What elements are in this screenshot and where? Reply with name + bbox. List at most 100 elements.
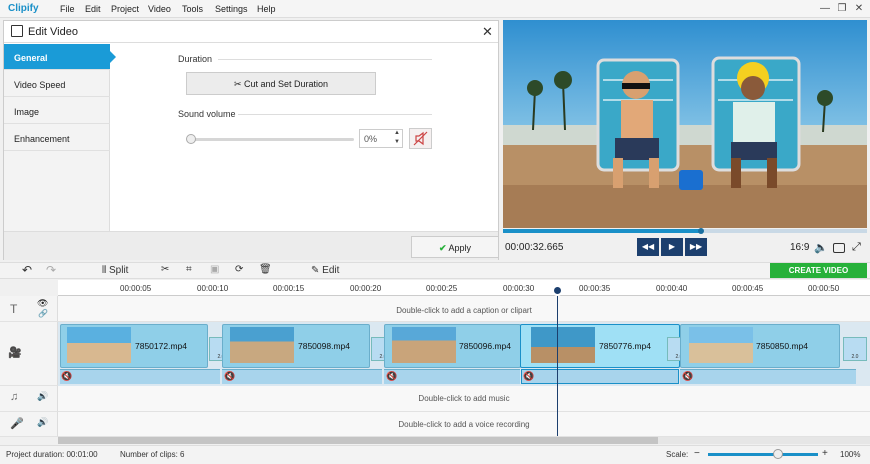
cut-icon[interactable]: ✂ [161,264,169,275]
sound-volume-label: Sound volume [178,109,236,119]
clip-thumbnail [67,327,131,363]
menu-video[interactable]: Video [148,4,171,14]
scale-value: 100% [840,450,861,459]
clip-name: 7850096.mp4 [459,341,511,351]
app-logo: Clipify [8,3,39,14]
ruler-label: 00:00:50 [808,284,840,293]
divider [218,59,432,60]
apply-label: Apply [448,243,472,253]
caption-track-header: T 👁 🔗 [0,296,58,322]
clip-name: 7850172.mp4 [135,341,187,351]
video-camera-icon: 🎥 [8,347,22,359]
menu-edit[interactable]: Edit [85,4,101,14]
muted-audio-icon: 🔇 [386,371,398,381]
playhead-line [557,288,558,436]
project-duration: Project duration: 00:01:00 [6,450,98,459]
menu-file[interactable]: File [60,4,75,14]
camera-icon[interactable] [833,243,845,253]
muted-audio-icon: 🔇 [224,371,236,381]
clip-audio[interactable] [521,369,679,384]
delete-icon[interactable]: 🗑 [259,264,272,275]
edit-label: Edit [322,265,340,276]
close-window-button[interactable]: ✕ [852,2,866,16]
menu-help[interactable]: Help [257,4,276,14]
check-icon: ✔ [438,243,447,253]
crop-icon[interactable]: ⌗ [186,264,192,275]
ruler-label: 00:00:05 [120,284,152,293]
playhead-handle[interactable] [552,285,563,296]
edit-panel-title: Edit Video [28,26,78,38]
play-button[interactable]: ▶ [661,238,683,256]
zoom-out-button[interactable]: − [694,448,700,459]
clip-thumbnail [689,327,753,363]
caption-track[interactable]: Double-click to add a caption or clipart [58,296,870,322]
restore-button[interactable]: ❐ [835,2,849,16]
create-video-button[interactable]: CREATE VIDEO [770,263,867,278]
timeline-scrollbar-thumb[interactable] [58,437,658,444]
fullscreen-icon[interactable]: ⤢ [852,241,861,254]
speaker-icon[interactable]: 🔊 [37,391,48,402]
video-preview[interactable] [503,20,867,228]
volume-slider-handle[interactable] [186,134,196,144]
timeline-toolbar [0,262,870,279]
voice-track[interactable]: Double-click to add a voice recording [58,412,870,437]
split-icon: ⫴ [102,265,107,276]
ruler-label: 00:00:30 [503,284,535,293]
tab-general[interactable]: General [4,44,116,70]
ruler-label: 00:00:35 [579,284,611,293]
edit-button[interactable]: ✎ Edit [311,265,339,276]
scale-slider[interactable] [708,453,818,456]
music-note-icon: ♫ [10,391,19,403]
scale-label: Scale: [666,450,689,459]
cut-set-duration-label: Cut and Set Duration [244,79,329,89]
clip-count: Number of clips: 6 [120,450,185,459]
clip-thumbnail [392,327,456,363]
ruler-label: 00:00:15 [273,284,305,293]
skip-forward-icon: ▶▶ [689,242,703,251]
apply-button[interactable]: ✔ Apply [411,236,499,258]
clip-name: 7850776.mp4 [599,341,651,351]
overlay-icon[interactable]: ▣ [210,264,219,275]
menu-settings[interactable]: Settings [215,4,248,14]
divider [238,114,432,115]
clip-thumbnail [531,327,595,363]
preview-seek-handle[interactable] [698,228,704,234]
clip-audio[interactable] [60,369,220,384]
menu-tools[interactable]: Tools [182,4,203,14]
link-icon[interactable]: 🔗 [38,309,48,318]
menu-project[interactable]: Project [111,4,139,14]
skip-back-icon: ◀◀ [641,242,655,251]
close-panel-button[interactable]: ✕ [482,24,493,40]
undo-icon[interactable]: ↶ [22,263,32,277]
eye-icon[interactable]: 👁 [37,298,48,309]
muted-speaker-icon [413,131,428,146]
tab-video-speed[interactable]: Video Speed [4,71,110,97]
speaker-icon[interactable]: 🔊 [37,417,48,428]
tab-image[interactable]: Image [4,98,110,124]
volume-spinner-icon[interactable]: ▲ ▼ [392,129,402,148]
mute-button[interactable] [409,128,432,149]
music-track[interactable]: Double-click to add music [58,386,870,412]
tab-enhancement[interactable]: Enhancement [4,125,110,151]
rotate-icon[interactable]: ⟳ [235,264,243,275]
scale-slider-handle[interactable] [773,449,783,459]
volume-slider[interactable] [190,138,354,141]
preview-seek-progress [503,229,701,233]
ruler-label: 00:00:10 [197,284,229,293]
next-button[interactable]: ▶▶ [685,238,707,256]
minimize-button[interactable]: — [818,2,832,16]
clip-audio[interactable] [222,369,382,384]
previous-button[interactable]: ◀◀ [637,238,659,256]
volume-icon[interactable]: 🔈 [814,241,828,254]
muted-audio-icon: 🔇 [523,371,535,381]
cut-set-duration-button[interactable]: ✂ Cut and Set Duration [186,72,376,95]
zoom-in-button[interactable]: + [822,448,828,459]
split-button[interactable]: ⫴ Split [102,265,128,276]
clip-audio[interactable] [680,369,856,384]
transition[interactable]: 2.0 [843,337,867,361]
aspect-ratio-selector[interactable]: 16:9 [790,242,809,253]
edit-sidebar: General Video Speed Image Enhancement [4,44,116,260]
edit-pencil-icon: ✎ [311,265,320,276]
redo-icon[interactable]: ↷ [46,263,56,277]
clip-audio[interactable] [384,369,520,384]
